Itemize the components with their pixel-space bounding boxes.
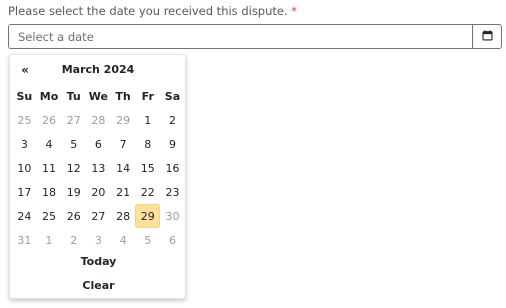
day-cell[interactable]: 1	[135, 108, 160, 132]
day-cell[interactable]: 7	[111, 132, 136, 156]
weekday-header: We	[88, 89, 108, 103]
day-cell[interactable]: 17	[12, 180, 37, 204]
prev-month-button[interactable]: «	[16, 62, 34, 78]
datepicker-header: « March 2024	[10, 55, 187, 83]
day-cell[interactable]: 27	[61, 108, 86, 132]
day-cell[interactable]: 26	[61, 204, 86, 228]
day-cell[interactable]: 2	[160, 108, 185, 132]
day-cell[interactable]: 26	[37, 108, 62, 132]
weekday-header: Su	[16, 89, 33, 103]
day-cell[interactable]: 16	[160, 156, 185, 180]
day-cell[interactable]: 12	[61, 156, 86, 180]
datepicker-dropdown: « March 2024 Su Mo Tu We Th Fr Sa 25 26 27 28 29 1 2 3…	[9, 54, 186, 299]
day-cell[interactable]: 22	[135, 180, 160, 204]
day-cell[interactable]: 4	[37, 132, 62, 156]
today-button[interactable]: Today	[10, 254, 187, 270]
day-cell[interactable]: 13	[86, 156, 111, 180]
weekday-header: Tu	[66, 89, 81, 103]
day-cell[interactable]: 19	[61, 180, 86, 204]
date-received-label-text: Please select the date you received this…	[8, 4, 288, 18]
day-cell[interactable]: 9	[160, 132, 185, 156]
day-cell[interactable]: 15	[135, 156, 160, 180]
month-title[interactable]: March 2024	[50, 62, 146, 78]
date-received-label: Please select the date you received this…	[8, 4, 297, 18]
calendar-grid: Su Mo Tu We Th Fr Sa 25 26 27 28 29 1 2 3 4 5 6 7 8 9 10 11 12 1…	[12, 84, 185, 252]
day-cell[interactable]: 24	[12, 204, 37, 228]
weekday-header: Fr	[141, 89, 154, 103]
day-cell[interactable]: 21	[111, 180, 136, 204]
day-cell[interactable]: 25	[37, 204, 62, 228]
day-cell[interactable]: 5	[61, 132, 86, 156]
day-cell[interactable]: 31	[12, 228, 37, 252]
day-cell[interactable]: 3	[86, 228, 111, 252]
calendar-icon	[481, 29, 493, 44]
day-cell[interactable]: 23	[160, 180, 185, 204]
weekday-header: Mo	[39, 89, 59, 103]
day-cell[interactable]: 25	[12, 108, 37, 132]
day-cell[interactable]: 2	[61, 228, 86, 252]
day-cell[interactable]: 27	[86, 204, 111, 228]
day-cell[interactable]: 29	[111, 108, 136, 132]
day-cell[interactable]: 6	[86, 132, 111, 156]
day-cell[interactable]: 6	[160, 228, 185, 252]
weekday-header: Th	[115, 89, 131, 103]
day-cell[interactable]: 30	[160, 204, 185, 228]
day-cell[interactable]: 28	[86, 108, 111, 132]
day-cell-today[interactable]: 29	[135, 204, 161, 228]
day-cell[interactable]: 18	[37, 180, 62, 204]
date-input-group	[8, 24, 502, 49]
day-cell[interactable]: 14	[111, 156, 136, 180]
clear-button[interactable]: Clear	[10, 278, 187, 294]
day-cell[interactable]: 10	[12, 156, 37, 180]
day-cell[interactable]: 5	[135, 228, 160, 252]
day-cell[interactable]: 8	[135, 132, 160, 156]
weekday-header: Sa	[164, 89, 181, 103]
day-cell[interactable]: 28	[111, 204, 136, 228]
required-marker: *	[291, 4, 298, 18]
open-calendar-button[interactable]	[472, 24, 502, 49]
day-cell[interactable]: 1	[37, 228, 62, 252]
date-input[interactable]	[8, 24, 472, 49]
day-cell[interactable]: 11	[37, 156, 62, 180]
day-cell[interactable]: 4	[111, 228, 136, 252]
day-cell[interactable]: 20	[86, 180, 111, 204]
day-cell[interactable]: 3	[12, 132, 37, 156]
